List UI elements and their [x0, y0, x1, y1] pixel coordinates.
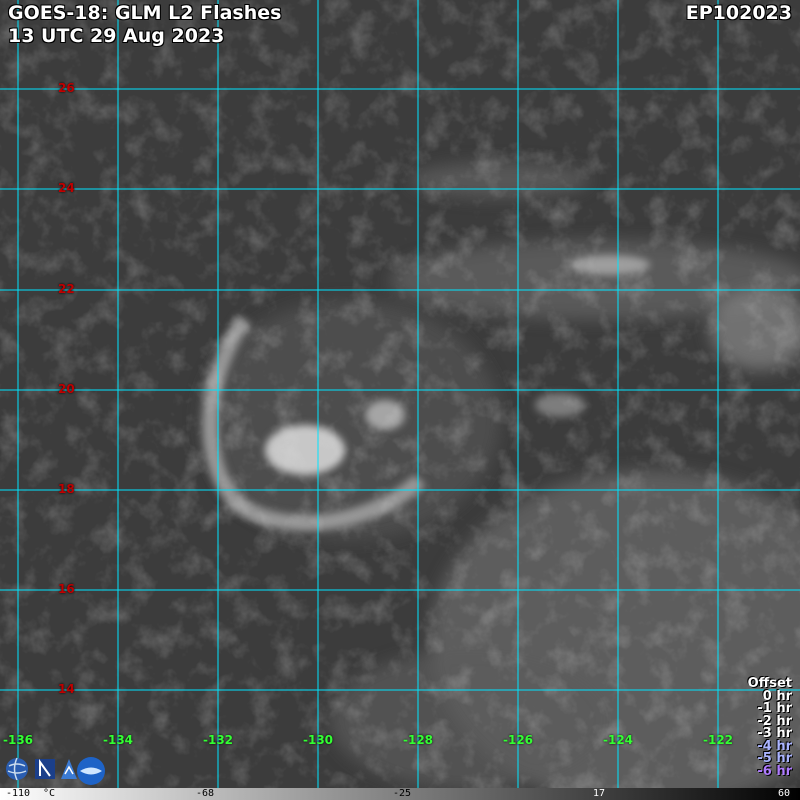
colorbar-label: 17: [593, 788, 606, 799]
latitude-label: 18: [58, 482, 75, 496]
product-title: GOES-18: GLM L2 Flashes: [8, 2, 282, 24]
colorbar-label: -68: [196, 788, 215, 799]
latitude-label: 20: [58, 382, 75, 396]
storm-id: EP102023: [685, 2, 792, 24]
latitude-label: 16: [58, 582, 75, 596]
latitude-label: 24: [58, 181, 75, 195]
longitude-label: -134: [102, 733, 134, 747]
colorbar-label: °C: [43, 788, 56, 799]
rammb-logo: [77, 757, 105, 785]
longitude-label: -130: [302, 733, 334, 747]
offset-legend: Offset 0 hr -1 hr -2 hr -3 hr -4 hr -5 hr -6 h…: [748, 677, 792, 779]
offset-legend-entry: -6 hr: [757, 763, 792, 779]
colorbar-label: 60: [778, 788, 791, 799]
longitude-label: -136: [2, 733, 34, 747]
satellite-image-panel: GOES-18: GLM L2 Flashes 13 UTC 29 Aug 20…: [0, 0, 800, 800]
latitude-label: 22: [58, 282, 75, 296]
latitude-label: 26: [58, 81, 75, 95]
latitude-label: 14: [58, 682, 75, 696]
longitude-label: -132: [202, 733, 234, 747]
longitude-label: -128: [402, 733, 434, 747]
longitude-label: -126: [502, 733, 534, 747]
longitude-label: -122: [702, 733, 734, 747]
lat-lon-grid: [0, 0, 800, 788]
colorbar-label: -110: [6, 788, 31, 799]
colorbar-label: -25: [393, 788, 412, 799]
timestamp: 13 UTC 29 Aug 2023: [8, 25, 225, 47]
cira-logo: [35, 758, 55, 779]
longitude-label: -124: [602, 733, 634, 747]
globe-logo: [6, 757, 28, 781]
